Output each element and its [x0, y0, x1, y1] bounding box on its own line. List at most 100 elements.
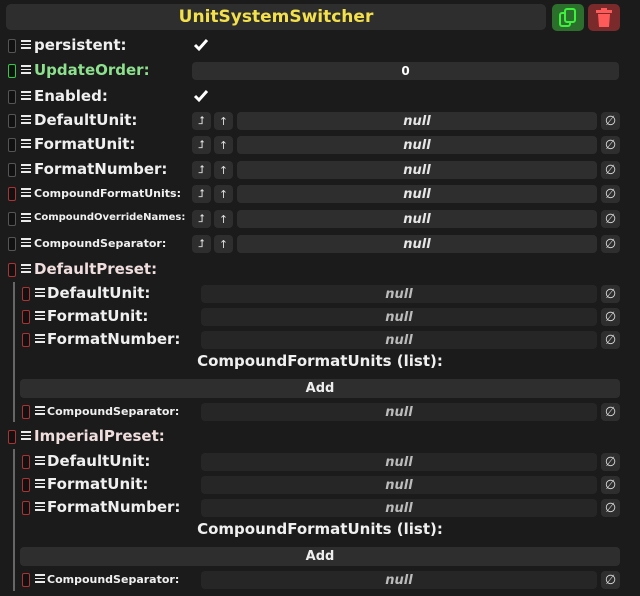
menu-icon[interactable]	[35, 502, 45, 512]
drag-handle[interactable]	[8, 64, 16, 78]
menu-icon[interactable]	[35, 311, 45, 321]
trash-icon	[596, 7, 612, 27]
up-button[interactable]: ↑	[214, 235, 233, 253]
reference-field[interactable]: null	[201, 285, 597, 303]
null-button[interactable]: ∅	[601, 453, 620, 471]
reference-field[interactable]: null	[237, 210, 597, 228]
menu-icon[interactable]	[35, 456, 45, 466]
reference-field[interactable]: null	[201, 453, 597, 471]
up-button[interactable]: ↑	[214, 161, 233, 179]
drag-handle[interactable]	[8, 138, 16, 152]
menu-icon[interactable]	[21, 40, 31, 50]
menu-icon[interactable]	[21, 431, 31, 441]
drag-handle[interactable]	[22, 455, 30, 469]
null-button[interactable]: ∅	[601, 185, 620, 203]
drag-handle[interactable]	[22, 333, 30, 347]
null-button[interactable]: ∅	[601, 235, 620, 253]
imperial-preset-compound-separator: CompoundSeparator: null ∅	[0, 569, 640, 591]
add-button[interactable]: Add	[20, 379, 620, 398]
null-button[interactable]: ∅	[601, 331, 620, 349]
menu-icon[interactable]	[21, 264, 31, 274]
reference-field[interactable]: null	[201, 571, 597, 589]
menu-icon[interactable]	[35, 288, 45, 298]
drag-handle[interactable]	[22, 287, 30, 301]
jump-button[interactable]: ⮥	[192, 161, 211, 179]
up-button[interactable]: ↑	[214, 185, 233, 203]
reference-field[interactable]: null	[237, 185, 597, 203]
jump-button[interactable]: ⮥	[192, 185, 211, 203]
field-compound-override-names: CompoundOverrideNames: ⮥ ↑ null ∅	[0, 208, 640, 230]
component-title: UnitSystemSwitcher	[178, 7, 374, 27]
null-button[interactable]: ∅	[601, 210, 620, 228]
field-label: CompoundOverrideNames:	[34, 212, 186, 223]
menu-icon[interactable]	[21, 115, 31, 125]
drag-handle[interactable]	[22, 310, 30, 324]
jump-button[interactable]: ⮥	[192, 112, 211, 130]
drag-handle[interactable]	[22, 405, 30, 419]
drag-handle[interactable]	[8, 163, 16, 177]
menu-icon[interactable]	[35, 334, 45, 344]
null-button[interactable]: ∅	[601, 571, 620, 589]
drag-handle[interactable]	[8, 90, 16, 104]
menu-icon[interactable]	[35, 406, 45, 416]
null-button[interactable]: ∅	[601, 476, 620, 494]
reference-field[interactable]: null	[237, 136, 597, 154]
menu-icon[interactable]	[21, 238, 31, 248]
menu-icon[interactable]	[35, 574, 45, 584]
menu-icon[interactable]	[21, 91, 31, 101]
field-label: persistent:	[34, 36, 127, 54]
drag-handle[interactable]	[8, 114, 16, 128]
up-button[interactable]: ↑	[214, 136, 233, 154]
menu-icon[interactable]	[21, 139, 31, 149]
menu-icon[interactable]	[21, 188, 31, 198]
null-button[interactable]: ∅	[601, 112, 620, 130]
delete-button[interactable]	[588, 4, 620, 31]
reference-field[interactable]: null	[201, 499, 597, 517]
default-preset-default-unit: DefaultUnit: null ∅	[0, 283, 640, 305]
drag-handle[interactable]	[22, 478, 30, 492]
list-header: CompoundFormatUnits (list):	[197, 352, 443, 370]
drag-handle[interactable]	[8, 39, 16, 53]
jump-button[interactable]: ⮥	[192, 235, 211, 253]
reference-field[interactable]: null	[201, 476, 597, 494]
reference-field[interactable]: null	[237, 235, 597, 253]
menu-icon[interactable]	[21, 213, 31, 223]
null-button[interactable]: ∅	[601, 161, 620, 179]
drag-handle[interactable]	[8, 212, 16, 226]
drag-handle[interactable]	[22, 573, 30, 587]
menu-icon[interactable]	[21, 65, 31, 75]
null-button[interactable]: ∅	[601, 403, 620, 421]
field-label: FormatNumber:	[34, 160, 168, 178]
copy-button[interactable]	[552, 4, 584, 31]
reference-field[interactable]: null	[237, 161, 597, 179]
reference-field[interactable]: null	[201, 403, 597, 421]
drag-handle[interactable]	[8, 187, 16, 201]
reference-field[interactable]: null	[201, 331, 597, 349]
drag-handle[interactable]	[22, 501, 30, 515]
field-enabled: Enabled:	[0, 86, 640, 108]
copy-icon	[559, 7, 576, 27]
menu-icon[interactable]	[35, 479, 45, 489]
jump-button[interactable]: ⮥	[192, 136, 211, 154]
field-label: CompoundSeparator:	[47, 573, 180, 586]
reference-field[interactable]: null	[201, 308, 597, 326]
field-label: FormatNumber:	[47, 498, 181, 516]
menu-icon[interactable]	[21, 164, 31, 174]
jump-button[interactable]: ⮥	[192, 210, 211, 228]
reference-field[interactable]: null	[237, 112, 597, 130]
null-button[interactable]: ∅	[601, 308, 620, 326]
drag-handle[interactable]	[8, 237, 16, 251]
persistent-checkbox[interactable]	[192, 36, 210, 54]
drag-handle[interactable]	[8, 263, 16, 277]
up-button[interactable]: ↑	[214, 112, 233, 130]
null-button[interactable]: ∅	[601, 136, 620, 154]
add-button[interactable]: Add	[20, 547, 620, 566]
null-button[interactable]: ∅	[601, 285, 620, 303]
field-format-unit: FormatUnit: ⮥ ↑ null ∅	[0, 134, 640, 156]
drag-handle[interactable]	[8, 430, 16, 444]
null-button[interactable]: ∅	[601, 499, 620, 517]
up-button[interactable]: ↑	[214, 210, 233, 228]
field-label: CompoundSeparator:	[47, 405, 180, 418]
enabled-checkbox[interactable]	[192, 87, 210, 105]
update-order-input[interactable]: 0	[192, 62, 619, 80]
